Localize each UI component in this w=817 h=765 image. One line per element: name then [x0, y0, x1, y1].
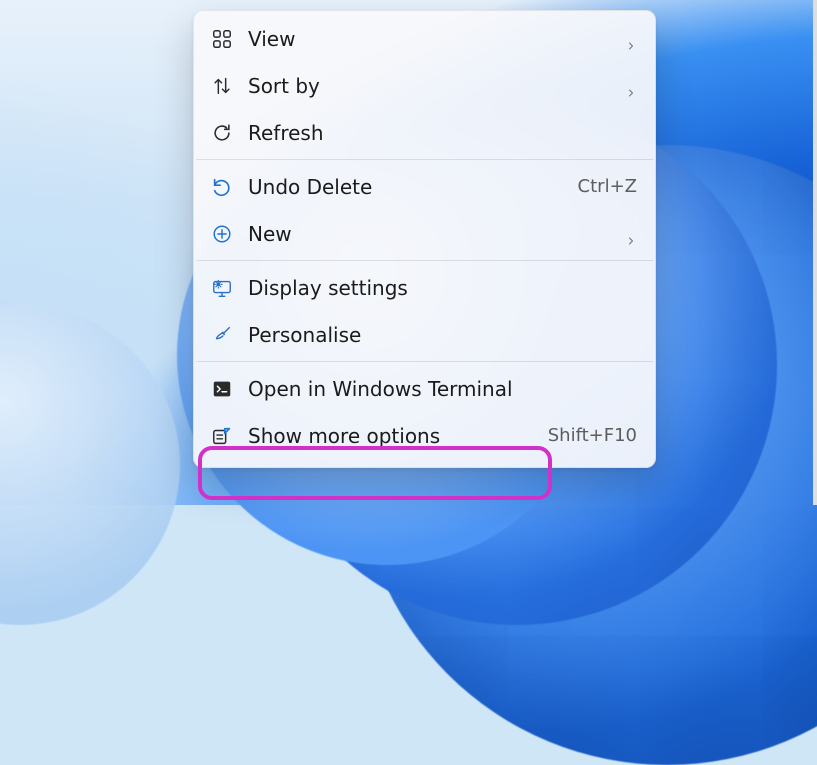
new-icon: [210, 222, 234, 246]
menu-item-undo[interactable]: Undo Delete Ctrl+Z: [194, 163, 655, 210]
menu-separator: [196, 260, 653, 261]
menu-item-terminal[interactable]: Open in Windows Terminal: [194, 365, 655, 412]
menu-item-label: View: [248, 27, 617, 51]
sort-icon: [210, 74, 234, 98]
menu-item-label: New: [248, 222, 617, 246]
menu-item-personalise[interactable]: Personalise: [194, 311, 655, 358]
chevron-right-icon: [625, 33, 637, 45]
grid-icon: [210, 27, 234, 51]
menu-item-label: Show more options: [248, 424, 536, 448]
undo-icon: [210, 175, 234, 199]
terminal-icon: [210, 377, 234, 401]
paintbrush-icon: [210, 323, 234, 347]
chevron-right-icon: [625, 80, 637, 92]
menu-item-label: Open in Windows Terminal: [248, 377, 637, 401]
menu-item-shortcut: Shift+F10: [548, 425, 637, 446]
menu-item-more[interactable]: Show more options Shift+F10: [194, 412, 655, 459]
menu-item-sort[interactable]: Sort by: [194, 62, 655, 109]
menu-separator: [196, 361, 653, 362]
chevron-right-icon: [625, 228, 637, 240]
menu-item-label: Personalise: [248, 323, 637, 347]
menu-item-refresh[interactable]: Refresh: [194, 109, 655, 156]
menu-separator: [196, 159, 653, 160]
display-settings-icon: [210, 276, 234, 300]
menu-item-label: Refresh: [248, 121, 637, 145]
menu-item-view[interactable]: View: [194, 15, 655, 62]
menu-item-label: Sort by: [248, 74, 617, 98]
menu-item-new[interactable]: New: [194, 210, 655, 257]
menu-item-label: Undo Delete: [248, 175, 566, 199]
menu-item-label: Display settings: [248, 276, 637, 300]
menu-item-display[interactable]: Display settings: [194, 264, 655, 311]
edge-artifact: [813, 0, 817, 505]
menu-item-shortcut: Ctrl+Z: [578, 176, 637, 197]
desktop-context-menu: View Sort by Refresh Undo Delete Ctrl+Z New Di…: [193, 10, 656, 468]
more-options-icon: [210, 424, 234, 448]
refresh-icon: [210, 121, 234, 145]
